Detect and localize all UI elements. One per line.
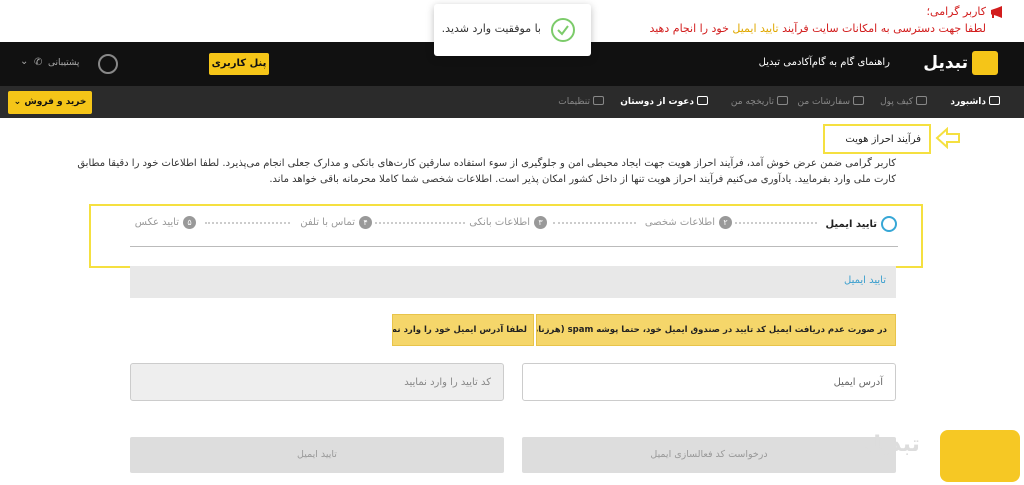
envelope-icon	[881, 216, 897, 232]
buy-sell-button[interactable]: خرید و فروش ⌄	[8, 91, 92, 114]
user-panel-button[interactable]: پنل کاربری	[209, 53, 269, 75]
check-icon	[551, 18, 575, 42]
watermark-text: تبدیل	[862, 432, 920, 457]
card-header: تایید ایمیل	[130, 266, 896, 298]
orders-icon	[853, 96, 864, 105]
site-logo[interactable]: تبدیل	[923, 51, 998, 75]
subnav-dashboard[interactable]: داشبورد	[950, 96, 1000, 107]
subnav-orders[interactable]: سفارشات من	[798, 96, 864, 107]
step-email[interactable]: تایید ایمیل	[826, 216, 897, 232]
subnav-wallet[interactable]: کیف پول	[880, 96, 927, 107]
page-title-box: فرآیند احراز هویت	[823, 124, 931, 154]
subnav-invite[interactable]: دعوت از دوستان	[620, 96, 708, 107]
step-connector	[735, 222, 817, 224]
watermark-logo-icon	[940, 430, 1020, 482]
megaphone-icon	[991, 6, 1002, 18]
request-code-button[interactable]: درخواست کد فعالسازی ایمیل	[522, 437, 896, 473]
user-icon[interactable]	[98, 54, 118, 74]
nav-academy[interactable]: آکادمی تبدیل	[759, 57, 812, 68]
sub-navbar: داشبورد کیف پول سفارشات من تاریخچه من دع…	[0, 86, 1024, 118]
step-bank[interactable]: ۳ اطلاعات بانکی	[469, 216, 547, 229]
step-connector	[205, 222, 290, 224]
steps-highlight	[89, 204, 923, 268]
users-icon	[697, 96, 708, 105]
intro-text-1: کاربر گرامی ضمن عرض خوش آمد، فرآیند احرا…	[77, 158, 896, 169]
email-input[interactable]: آدرس ایمیل	[522, 363, 896, 401]
chevron-down-icon[interactable]: ⌄	[20, 56, 28, 67]
logo-icon	[972, 51, 998, 75]
gear-icon	[593, 96, 604, 105]
toast-message: با موفقیت وارد شدید.	[441, 22, 541, 35]
wallet-icon	[916, 96, 927, 105]
code-input[interactable]: کد تایید را وارد نمایید	[130, 363, 504, 401]
step-connector	[553, 222, 636, 224]
step-phone[interactable]: ۴ تماس با تلفن	[300, 216, 372, 229]
success-toast: با موفقیت وارد شدید.	[434, 4, 591, 56]
alert-message: لطفا جهت دسترسی به امکانات سایت فرآیند ت…	[649, 22, 986, 35]
alert-title: کاربر گرامی؛	[926, 5, 986, 18]
verify-email-button[interactable]: تایید ایمیل	[130, 437, 504, 473]
spam-warning: در صورت عدم دریافت ایمیل کد تایید در صند…	[536, 314, 896, 346]
step-photo[interactable]: ۵ تایید عکس	[135, 216, 196, 229]
support-link[interactable]: پشتیبانی	[48, 58, 79, 68]
arrow-left-icon	[935, 127, 960, 149]
enter-email-notice: لطفا آدرس ایمیل خود را وارد نمایید؛	[392, 314, 534, 346]
step-personal[interactable]: ۲ اطلاعات شخصی	[645, 216, 732, 229]
page-title: فرآیند احراز هویت	[845, 134, 921, 145]
history-icon	[777, 96, 788, 105]
intro-text-2: کارت ملی وارد بفرمایید. یادآوری می‌کنیم …	[269, 174, 896, 185]
phone-icon: ✆	[34, 57, 43, 68]
logo-text: تبدیل	[923, 53, 968, 73]
subnav-settings[interactable]: تنظیمات	[558, 96, 604, 107]
nav-guide[interactable]: راهنمای گام به گام	[812, 57, 890, 68]
step-connector	[375, 222, 465, 224]
steps-divider	[130, 246, 898, 247]
card-heading: تایید ایمیل	[844, 275, 886, 286]
email-verify-link[interactable]: تایید ایمیل	[732, 22, 778, 35]
dashboard-icon	[989, 96, 1000, 105]
subnav-history[interactable]: تاریخچه من	[731, 96, 788, 107]
